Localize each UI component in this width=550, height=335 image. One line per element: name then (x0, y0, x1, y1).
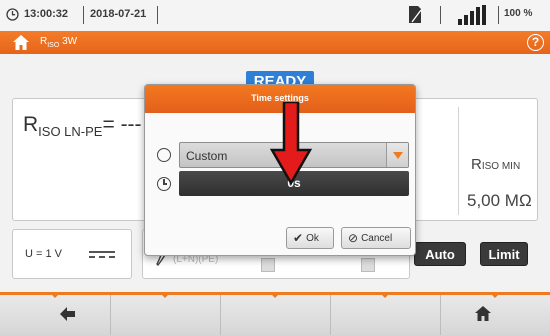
riso-ln-pe-subscript: ISO LN-PE (38, 124, 103, 140)
battery-percent: 100 % (504, 8, 533, 19)
status-bar: 13:00:32 2018-07-21 100 % (0, 0, 550, 31)
title-bar: RISO 3W ? (0, 31, 550, 54)
voltage-parameter[interactable]: U = 1 V (12, 229, 132, 279)
cancel-button-label: Cancel (361, 233, 393, 244)
riso-ln-pe-readout: RISO LN-PE= --- (23, 113, 142, 139)
riso-ln-pe-symbol: R (23, 113, 39, 136)
nav-notch (381, 294, 389, 298)
status-divider (157, 6, 158, 24)
limit-button[interactable]: Limit (480, 242, 528, 266)
nav-divider (330, 295, 331, 335)
ok-button-label: Ok (306, 233, 319, 244)
title-suffix: 3W (59, 36, 78, 47)
signal-bars-icon (458, 5, 486, 25)
status-divider (83, 6, 84, 24)
riso-ln-pe-value: = --- (102, 113, 142, 136)
sim-card-icon (409, 6, 422, 23)
nav-divider (440, 295, 441, 335)
nav-notch (271, 294, 279, 298)
parameter-indicator (261, 258, 275, 272)
home-icon (475, 306, 491, 321)
checkmark-icon: ✔ (293, 231, 304, 245)
ok-button[interactable]: ✔ Ok (286, 227, 334, 249)
nav-divider (220, 295, 221, 335)
cancel-button[interactable]: ⊘ Cancel (341, 227, 411, 249)
back-button[interactable] (40, 299, 95, 331)
bottom-navigation (0, 292, 550, 335)
home-button[interactable] (456, 299, 511, 331)
help-button[interactable]: ? (527, 34, 544, 51)
arrow-left-icon (60, 307, 75, 321)
clock-icon (6, 8, 19, 21)
cancel-icon: ⊘ (348, 231, 359, 245)
auto-button[interactable]: Auto (414, 242, 466, 266)
chevron-down-icon[interactable] (386, 143, 408, 167)
status-date: 2018-07-21 (90, 8, 147, 20)
riso-min-subscript: ISO MIN (481, 161, 521, 172)
title-subscript: ISO (47, 42, 60, 49)
panel-divider (458, 107, 459, 215)
time-mode-icon (157, 148, 171, 162)
status-time: 13:00:32 (24, 8, 69, 20)
dc-symbol-icon (89, 251, 115, 259)
time-mode-value: Custom (186, 149, 228, 163)
clock-icon (157, 177, 171, 191)
nav-notch (491, 294, 499, 298)
nav-notch (161, 294, 169, 298)
home-icon[interactable] (12, 34, 30, 51)
status-divider (498, 6, 499, 24)
voltage-value: U = 1 V (25, 248, 62, 260)
riso-min-symbol: R (471, 156, 482, 173)
nav-notch (51, 294, 59, 298)
status-divider (440, 6, 441, 24)
parameter-indicator (361, 258, 375, 272)
screen-title: RISO 3W (40, 36, 77, 49)
annotation-arrow-icon (270, 102, 312, 184)
riso-min-label: RISO MIN (471, 156, 520, 173)
nav-divider (110, 295, 111, 335)
riso-min-value: 5,00 MΩ (467, 191, 532, 210)
